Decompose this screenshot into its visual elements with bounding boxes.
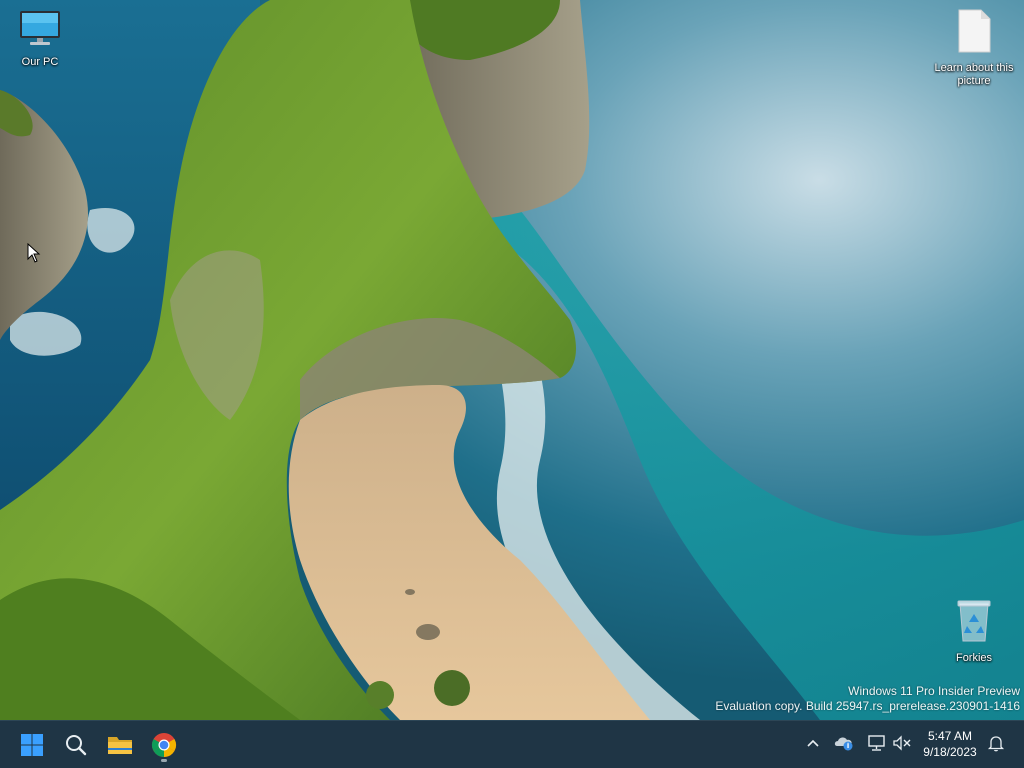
onedrive-icon [834, 737, 853, 751]
desktop-icon-our-pc[interactable]: Our PC [0, 8, 80, 69]
network-button[interactable] [866, 732, 888, 754]
volume-button[interactable] [891, 732, 913, 754]
recycle-bin-icon [957, 600, 991, 642]
windows-watermark: Windows 11 Pro Insider Preview Evaluatio… [715, 684, 1020, 714]
clock[interactable]: 5:47 AM 9/18/2023 [918, 728, 982, 760]
monitor-icon [20, 11, 60, 45]
clock-date: 9/18/2023 [923, 745, 977, 759]
desktop-icon-label: Our PC [21, 56, 59, 68]
document-icon [958, 9, 991, 53]
bell-icon [987, 736, 1005, 752]
chevron-up-icon [807, 739, 819, 747]
clock-time: 5:47 AM [927, 729, 973, 743]
show-hidden-icons-button[interactable] [802, 732, 824, 754]
network-icon [868, 735, 885, 751]
desktop-icon-recycle-bin[interactable]: Forkies [934, 598, 1014, 665]
system-tray: 5:47 AM 9/18/2023 [0, 720, 1024, 768]
notifications-button[interactable] [985, 732, 1007, 754]
desktop[interactable]: Our PC Learn about this picture Forkies … [0, 0, 1024, 720]
desktop-icon-label: Learn about this picture [934, 62, 1014, 87]
watermark-line-edition: Windows 11 Pro Insider Preview [848, 684, 1020, 698]
desktop-icon-learn-about-picture[interactable]: Learn about this picture [934, 8, 1014, 88]
watermark-line-build: Evaluation copy. Build 25947.rs_prerelea… [715, 699, 1020, 713]
desktop-icon-label: Forkies [955, 652, 993, 664]
volume-muted-icon [893, 735, 911, 751]
wallpaper [0, 0, 1024, 720]
onedrive-tray-button[interactable] [833, 732, 855, 754]
mouse-cursor-icon [27, 243, 41, 263]
